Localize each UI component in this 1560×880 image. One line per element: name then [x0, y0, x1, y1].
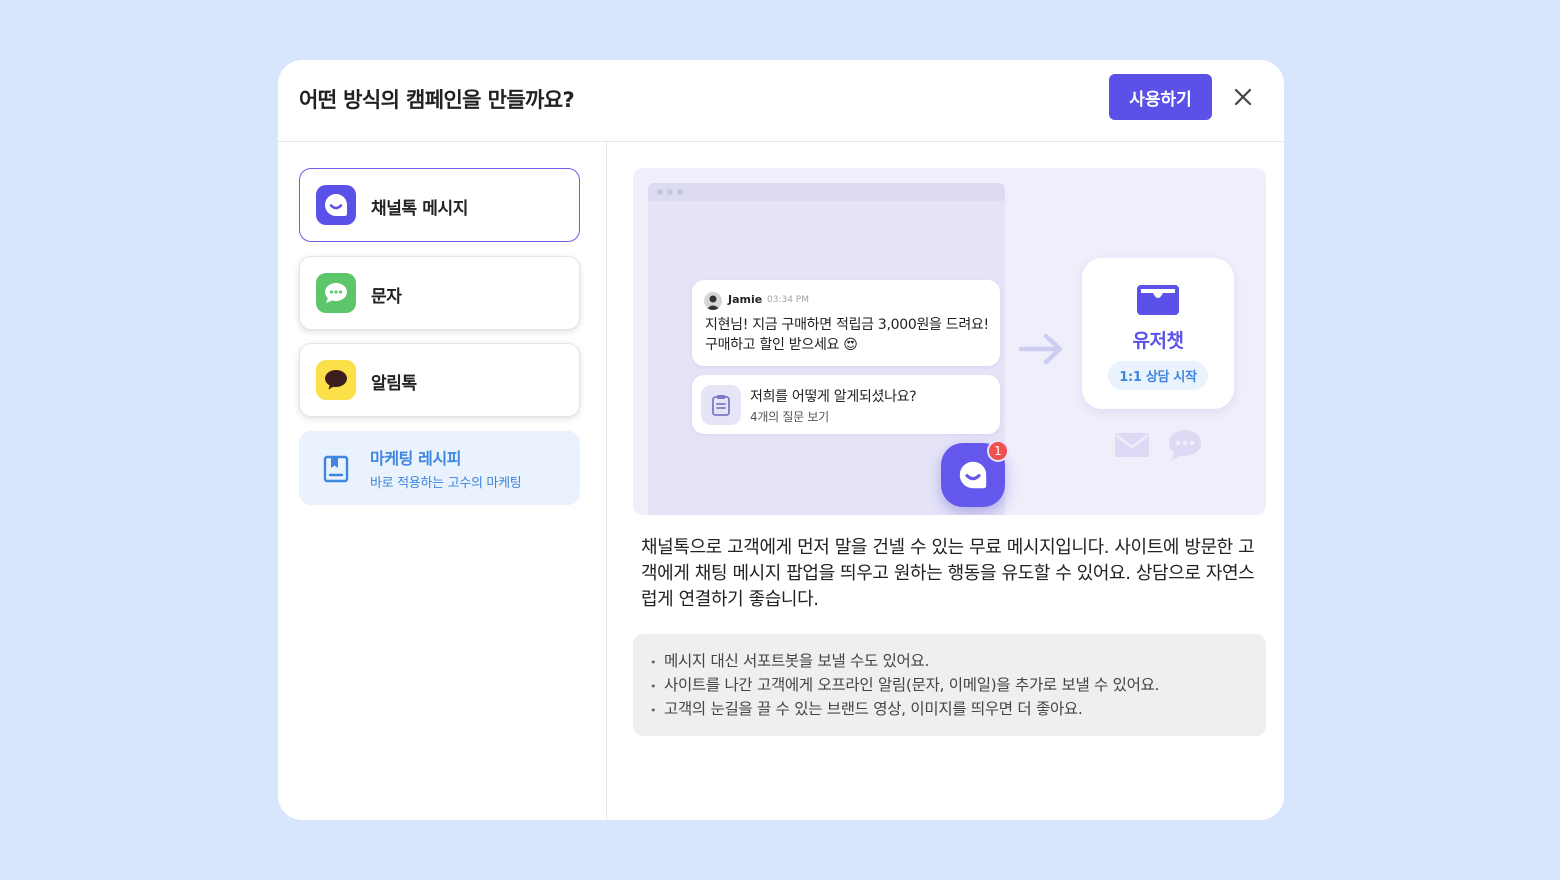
- recipe-title: 마케팅 레시피: [370, 449, 462, 468]
- modal-header: 어떤 방식의 캠페인을 만들까요? 사용하기: [278, 60, 1284, 142]
- window-dot: [657, 189, 663, 195]
- userchat-start-pill: 1:1 상담 시작: [1108, 361, 1208, 390]
- chat-bubble-icon: [1169, 430, 1201, 460]
- popup-message-card: Jamie 03:34 PM 지현님! 지금 구매하면 적립금 3,000원을 …: [692, 280, 1000, 366]
- campaign-preview-illustration: Jamie 03:34 PM 지현님! 지금 구매하면 적립금 3,000원을 …: [633, 168, 1266, 515]
- notification-badge: 1: [987, 440, 1009, 462]
- option-label: 채널톡 메시지: [371, 199, 468, 219]
- kakao-bubble-icon: [316, 360, 356, 400]
- browser-toolbar: [648, 183, 1005, 201]
- recipe-book-icon: [323, 455, 349, 483]
- option-label: 문자: [371, 287, 402, 307]
- tip-item: 메시지 대신 서포트봇을 보낼 수도 있어요.: [650, 650, 1266, 674]
- survey-subtext: 4개의 질문 보기: [750, 410, 829, 424]
- campaign-description: 채널톡으로 고객에게 먼저 말을 건넬 수 있는 무료 메시지입니다. 사이트에…: [641, 537, 1255, 610]
- userchat-card: 유저챗 1:1 상담 시작: [1082, 258, 1234, 409]
- campaign-type-modal: 어떤 방식의 캠페인을 만들까요? 사용하기 채널톡 메시지 문자 알림톡 마케…: [278, 60, 1284, 820]
- window-dot: [667, 189, 673, 195]
- mail-icon: [1115, 433, 1149, 457]
- marketing-recipe-link[interactable]: 마케팅 레시피 바로 적용하는 고수의 마케팅: [299, 431, 580, 505]
- window-dot: [677, 189, 683, 195]
- browser-mockup: Jamie 03:34 PM 지현님! 지금 구매하면 적립금 3,000원을 …: [648, 183, 1009, 515]
- inbox-icon: [1137, 285, 1179, 315]
- option-sms[interactable]: 문자: [299, 256, 580, 330]
- tip-item: 사이트를 나간 고객에게 오프라인 알림(문자, 이메일)을 추가로 보낼 수 …: [650, 674, 1266, 698]
- avatar: [704, 292, 722, 310]
- clipboard-icon: [701, 385, 741, 425]
- recipe-subtitle: 바로 적용하는 고수의 마케팅: [370, 476, 522, 491]
- close-button[interactable]: [1228, 82, 1258, 112]
- option-label: 알림톡: [371, 374, 417, 394]
- survey-card: 저희를 어떻게 알게되셨나요? 4개의 질문 보기: [692, 375, 1000, 434]
- close-icon: [1234, 88, 1252, 106]
- userchat-title: 유저챗: [1132, 330, 1184, 352]
- tips-box: 메시지 대신 서포트봇을 보낼 수도 있어요. 사이트를 나간 고객에게 오프라…: [633, 634, 1266, 736]
- use-button[interactable]: 사용하기: [1109, 74, 1212, 120]
- channeltalk-logo-icon: [316, 185, 356, 225]
- survey-question: 저희를 어떻게 알게되셨나요?: [750, 389, 917, 405]
- campaign-type-list: 채널톡 메시지 문자 알림톡 마케팅 레시피 바로 적용하는 고수의 마케팅: [278, 142, 607, 820]
- message-text: 지현님! 지금 구매하면 적립금 3,000원을 드려요! 구매하고 할인 받으…: [705, 317, 989, 353]
- option-alimtalk[interactable]: 알림톡: [299, 343, 580, 417]
- tip-item: 고객의 눈길을 끌 수 있는 브랜드 영상, 이미지를 띄우면 더 좋아요.: [650, 698, 1266, 722]
- sms-bubble-icon: [316, 273, 356, 313]
- option-channeltalk-message[interactable]: 채널톡 메시지: [299, 168, 580, 242]
- modal-title: 어떤 방식의 캠페인을 만들까요?: [299, 88, 575, 112]
- sender-name: Jamie: [728, 293, 763, 306]
- arrow-right-icon: [1018, 333, 1063, 365]
- message-time: 03:34 PM: [767, 295, 809, 305]
